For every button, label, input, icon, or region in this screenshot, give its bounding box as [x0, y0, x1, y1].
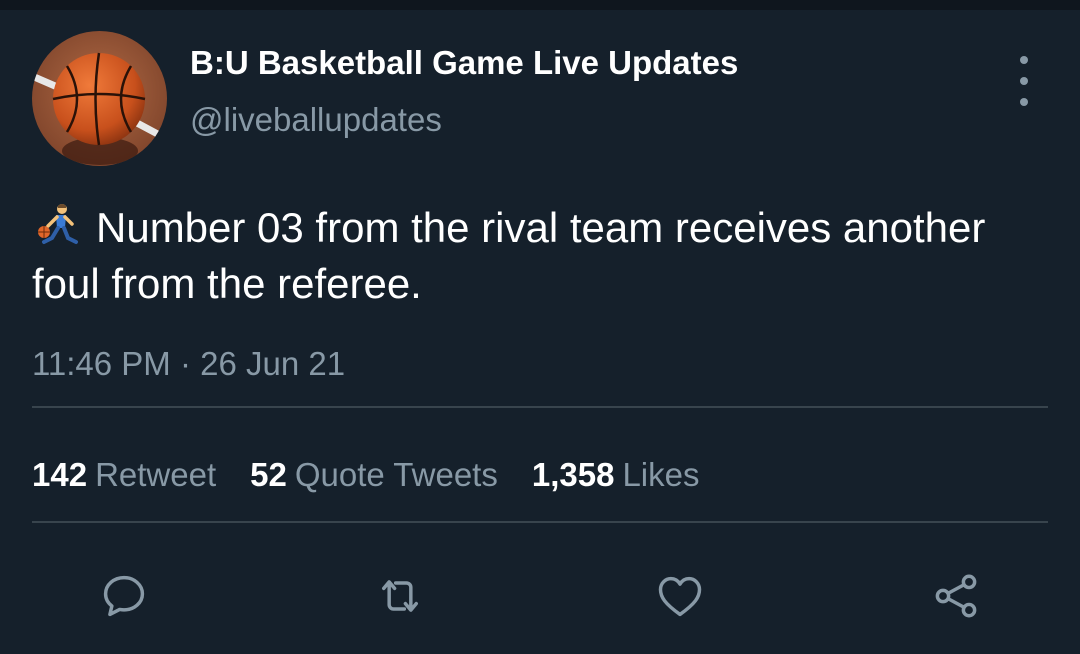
tweet-timestamp[interactable]: 11:46 PM · 26 Jun 21	[32, 345, 345, 383]
more-dot	[1020, 77, 1028, 85]
likes-count: 1,358	[531, 456, 615, 493]
likes-stat[interactable]: 1,358 Likes	[532, 456, 700, 494]
divider	[32, 521, 1048, 523]
retweets-label: Retweet	[95, 456, 217, 493]
more-dot	[1020, 98, 1028, 106]
display-name[interactable]: B:U Basketball Game Live Updates	[190, 44, 738, 82]
retweets-count: 142	[32, 456, 88, 493]
share-button[interactable]	[930, 570, 982, 622]
like-button[interactable]	[654, 570, 706, 622]
retweet-button[interactable]	[374, 570, 426, 622]
quote-tweets-stat[interactable]: 52 Quote Tweets	[250, 456, 498, 494]
like-icon	[658, 576, 702, 617]
more-dot	[1020, 56, 1028, 64]
retweet-icon	[382, 580, 418, 612]
reply-icon	[103, 575, 145, 617]
reply-button[interactable]	[98, 570, 150, 622]
share-icon	[935, 574, 977, 618]
user-handle[interactable]: @liveballupdates	[190, 101, 442, 139]
engagement-stats: 142 Retweet 52 Quote Tweets 1,358 Likes	[32, 456, 734, 494]
divider	[32, 406, 1048, 408]
quote-tweets-count: 52	[250, 456, 287, 493]
tweet-text: Number 03 from the rival team receives a…	[32, 204, 986, 307]
quote-tweets-label: Quote Tweets	[294, 456, 498, 493]
person-bouncing-ball-icon	[38, 204, 78, 244]
more-options-icon[interactable]	[1008, 56, 1040, 106]
avatar[interactable]	[32, 31, 167, 166]
likes-label: Likes	[622, 456, 700, 493]
tweet-card: B:U Basketball Game Live Updates @liveba…	[0, 0, 1080, 654]
basketball-avatar-image	[32, 31, 167, 166]
tweet-body: Number 03 from the rival team receives a…	[32, 200, 1042, 312]
retweets-stat[interactable]: 142 Retweet	[32, 456, 216, 494]
